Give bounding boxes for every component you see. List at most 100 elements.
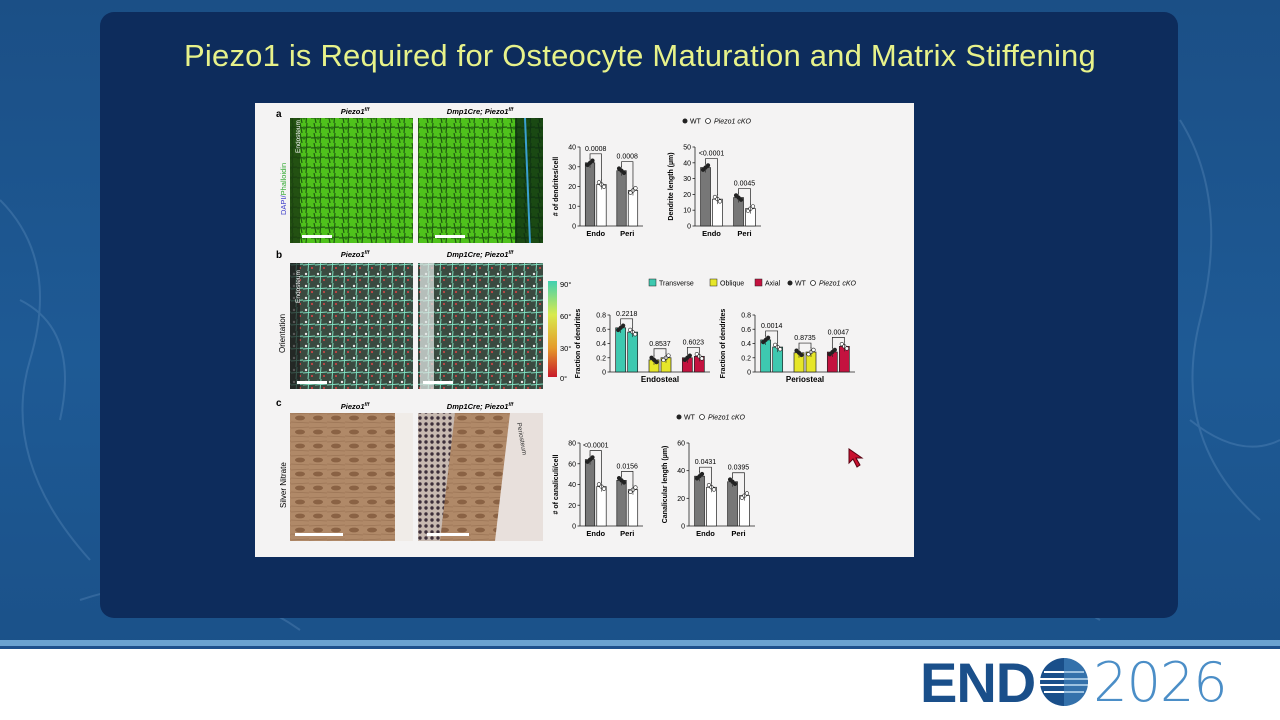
chart-canaliculi-per-cell: 0 20 40 60 80 # of canaliculi/cell <0.0001 Endo… <box>553 441 643 538</box>
data-point <box>732 481 738 487</box>
bar <box>596 184 607 227</box>
y-tick-label: 40 <box>568 145 576 152</box>
bar <box>615 327 627 373</box>
p-value-label: 0.0045 <box>734 181 756 188</box>
p-value-label: 0.8537 <box>649 341 671 348</box>
scale-bar <box>295 533 343 536</box>
p-value-label: 0.0431 <box>695 459 717 466</box>
slide-title: Piezo1 is Required for Osteocyte Maturat… <box>184 38 1096 73</box>
significance-bracket <box>798 342 812 349</box>
y-axis-label: Fraction of dendrites <box>575 309 582 379</box>
x-tick-label: Endo <box>696 529 715 538</box>
chart-canalicular-length: 0 20 40 60 Canalicular length (µm) 0.0431 Endo… <box>662 441 755 538</box>
logo-end-text: END <box>920 650 1036 714</box>
y-axis-label: # of dendrites/cell <box>553 157 560 217</box>
row-a-side-label: DAPI/Phalloidin <box>279 163 288 215</box>
y-tick-label: 0 <box>572 224 576 231</box>
row-b-legend: Transverse Oblique Axial WT Piezo1 cKO <box>648 278 857 288</box>
scale-tick: 60° <box>560 312 571 321</box>
x-axis-label: Endosteal <box>641 375 679 384</box>
data-point <box>699 356 704 361</box>
y-tick-label: 10 <box>683 208 691 215</box>
scale-tick: 30° <box>560 344 571 353</box>
x-tick-label: Endo <box>586 529 605 538</box>
bar <box>627 190 639 227</box>
footer-accent-bar-dark <box>0 646 1280 649</box>
scale-bar <box>427 533 469 536</box>
y-axis-label: Dendrite length (µm) <box>668 152 675 220</box>
y-tick-label: 0.4 <box>741 341 751 348</box>
y-tick-label: 60 <box>677 441 685 448</box>
y-tick-label: 0.2 <box>741 355 751 362</box>
data-point <box>590 455 595 460</box>
scale-tick: 90° <box>560 280 571 289</box>
y-tick-label: 0.4 <box>596 341 606 348</box>
y-tick-label: 20 <box>568 503 576 510</box>
p-value-label: <0.0001 <box>583 443 609 450</box>
data-point <box>633 332 638 337</box>
svg-text:Axial: Axial <box>765 281 781 288</box>
data-point <box>750 204 756 209</box>
row-a-legend: WT Piezo1 cKO <box>682 118 752 126</box>
y-tick-label: 0.8 <box>741 313 751 320</box>
research-figure: a Piezo1f/f Dmp1Cre; Piezo1f/f DAPI/Phal… <box>255 103 914 557</box>
row-b-micrograph-1 <box>290 263 413 389</box>
svg-text:Piezo1 cKO: Piezo1 cKO <box>819 281 857 288</box>
row-b-side-label: Orientation <box>278 314 287 353</box>
data-point <box>811 347 816 352</box>
bar <box>706 486 717 527</box>
logo-year-text: 2026 <box>1093 650 1227 714</box>
data-point <box>711 487 717 492</box>
data-point <box>666 353 671 358</box>
panel-letter-a: a <box>276 109 282 120</box>
data-point <box>621 170 627 175</box>
svg-text:Piezo1 cKO: Piezo1 cKO <box>708 415 746 422</box>
row-a-img2-title: Dmp1Cre; Piezo1f/f <box>447 107 515 116</box>
panel-letter-c: c <box>276 398 282 409</box>
row-c-img2-title: Dmp1Cre; Piezo1f/f <box>447 402 515 411</box>
data-point <box>778 347 783 352</box>
y-axis-label: Canalicular length (µm) <box>662 446 669 524</box>
x-tick-label: Peri <box>620 529 634 538</box>
bar <box>700 167 711 227</box>
data-point <box>717 199 723 204</box>
y-tick-label: 30 <box>683 176 691 183</box>
bar <box>596 486 607 527</box>
y-tick-label: 60 <box>568 461 576 468</box>
svg-text:Piezo1 cKO: Piezo1 cKO <box>714 119 752 126</box>
bar <box>727 481 738 527</box>
row-a-img1-title: Piezo1f/f <box>341 107 371 116</box>
scale-tick: 0° <box>560 374 567 383</box>
chart-dendrites-per-cell: 0 10 20 30 40 # of dendrites/cell 0.0008 Endo 0.… <box>553 145 643 238</box>
chart-periosteal-orientation: 0 0.2 0.4 0.6 0.8 Fraction of dendrites 0.0014… <box>720 309 855 384</box>
data-point <box>601 486 607 491</box>
y-tick-label: 0 <box>602 370 606 377</box>
y-tick-label: 0 <box>687 224 691 231</box>
data-point <box>621 480 627 485</box>
p-value-label: 0.0014 <box>761 323 783 330</box>
p-value-label: 0.8735 <box>794 335 816 342</box>
data-point <box>687 353 692 358</box>
p-value-label: 0.0156 <box>617 463 639 470</box>
x-tick-label: Endo <box>702 229 721 238</box>
bar <box>616 170 627 227</box>
chart-endosteal-orientation: 0 0.2 0.4 0.6 0.8 Fraction of dendrites 0.2218… <box>575 309 710 384</box>
y-axis-label: # of canaliculi/cell <box>553 454 560 514</box>
y-tick-label: 40 <box>568 482 576 489</box>
x-tick-label: Peri <box>731 529 745 538</box>
row-a-endosteum-label: Endosteum <box>295 120 302 153</box>
bar <box>627 331 639 373</box>
mouse-cursor-icon <box>848 448 864 468</box>
globe-o-icon <box>1040 658 1089 706</box>
row-c-legend: WT Piezo1 cKO <box>676 414 746 422</box>
data-point <box>633 186 638 191</box>
data-point <box>738 197 744 202</box>
svg-text:WT: WT <box>684 415 696 422</box>
data-point <box>832 347 837 352</box>
data-point <box>705 163 711 168</box>
row-b-micrograph-2 <box>418 263 543 389</box>
row-b-img2-title: Dmp1Cre; Piezo1f/f <box>447 250 515 259</box>
y-tick-label: 40 <box>677 468 685 475</box>
y-tick-label: 30 <box>568 164 576 171</box>
svg-text:Oblique: Oblique <box>720 281 744 288</box>
